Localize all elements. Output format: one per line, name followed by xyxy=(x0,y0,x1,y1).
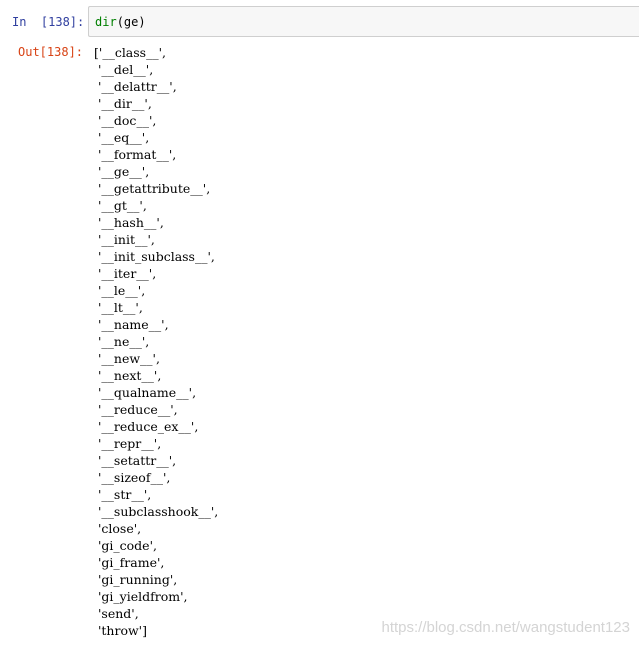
output-line: '__hash__', xyxy=(94,215,164,230)
output-line: '__gt__', xyxy=(94,198,147,213)
output-line: '__name__', xyxy=(94,317,169,332)
code-builtin-function: dir xyxy=(95,15,117,29)
output-line: 'gi_yieldfrom', xyxy=(94,589,188,604)
output-line: '__doc__', xyxy=(94,113,157,128)
output-line: 'close', xyxy=(94,521,142,536)
output-line: '__getattribute__', xyxy=(94,181,211,196)
output-line: '__delattr__', xyxy=(94,79,177,94)
output-line: '__iter__', xyxy=(94,266,157,281)
output-line: '__sizeof__', xyxy=(94,470,171,485)
output-line: '__le__', xyxy=(94,283,146,298)
output-line: 'throw'] xyxy=(94,623,147,638)
output-line: ['__class__', xyxy=(94,45,167,60)
output-line: '__init__', xyxy=(94,232,155,247)
output-list: ['__class__', '__del__', '__delattr__', … xyxy=(94,44,218,639)
output-line: '__new__', xyxy=(94,351,160,366)
watermark: https://blog.csdn.net/wangstudent123 xyxy=(381,619,630,636)
output-line: '__subclasshook__', xyxy=(94,504,219,519)
output-line: 'gi_running', xyxy=(94,572,178,587)
output-line: '__reduce__', xyxy=(94,402,178,417)
output-line: '__lt__', xyxy=(94,300,143,315)
input-prompt: In [138]: xyxy=(12,15,85,29)
output-line: 'send', xyxy=(94,606,139,621)
output-line: '__ge__', xyxy=(94,164,150,179)
output-line: '__qualname__', xyxy=(94,385,197,400)
output-line: '__next__', xyxy=(94,368,162,383)
output-line: 'gi_code', xyxy=(94,538,157,553)
output-line: '__del__', xyxy=(94,62,154,77)
output-line: '__eq__', xyxy=(94,130,150,145)
output-line: '__ne__', xyxy=(94,334,150,349)
output-line: '__setattr__', xyxy=(94,453,177,468)
code-arguments: (ge) xyxy=(116,15,146,29)
input-cell: In [138]: dir(ge) xyxy=(0,6,639,38)
code-input-area[interactable]: dir(ge) xyxy=(88,6,639,37)
output-line: '__str__', xyxy=(94,487,152,502)
output-line: '__dir__', xyxy=(94,96,152,111)
output-line: '__format__', xyxy=(94,147,177,162)
code-text[interactable]: dir(ge) xyxy=(95,15,146,29)
output-line: '__reduce_ex__', xyxy=(94,419,199,434)
output-line: '__init_subclass__', xyxy=(94,249,215,264)
output-prompt: Out[138]: xyxy=(18,45,84,59)
output-line: 'gi_frame', xyxy=(94,555,165,570)
output-line: '__repr__', xyxy=(94,436,162,451)
